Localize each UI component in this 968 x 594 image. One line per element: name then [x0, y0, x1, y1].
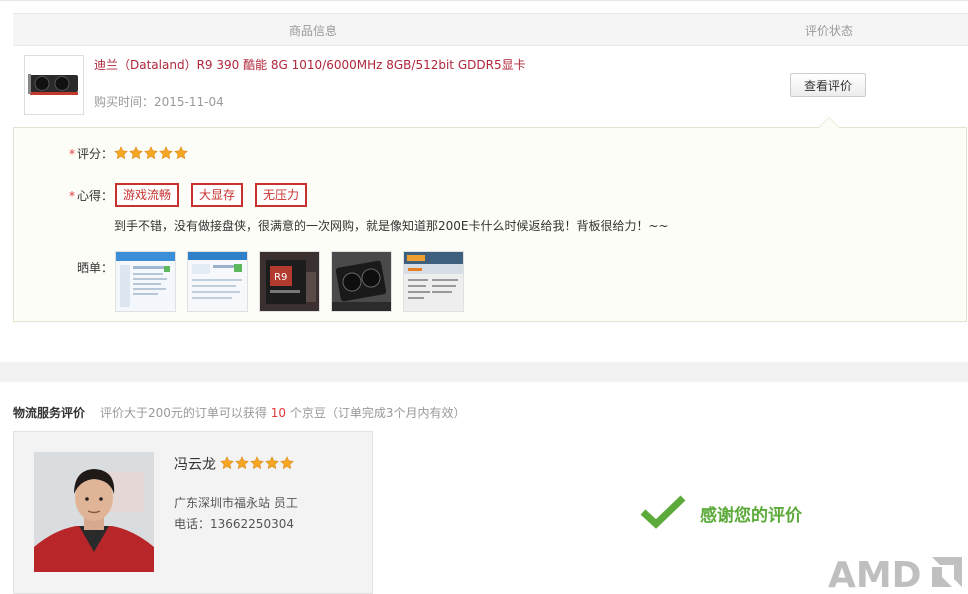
- star-icon[interactable]: [280, 456, 294, 470]
- purchase-time: 购买时间：2015-11-04: [94, 95, 224, 109]
- star-icon[interactable]: [144, 146, 158, 160]
- required-mark: *: [69, 189, 75, 203]
- view-review-button[interactable]: 查看评价: [790, 73, 866, 97]
- screenshot-thumbnail-icon: [188, 252, 247, 311]
- product-thumbnail[interactable]: [24, 55, 84, 115]
- star-icon[interactable]: [129, 146, 143, 160]
- star-icon[interactable]: [220, 456, 234, 470]
- review-photo-4[interactable]: [331, 251, 392, 312]
- score-label: * 评分：: [69, 147, 114, 161]
- required-mark: *: [69, 147, 75, 161]
- product-title-link[interactable]: 迪兰（Dataland）R9 390 酷能 8G 1010/6000MHz 8G…: [94, 56, 526, 73]
- star-icon[interactable]: [114, 146, 128, 160]
- courier-phone: 电话：13662250304: [174, 517, 294, 531]
- courier-avatar: [34, 452, 154, 572]
- graphics-card-photo-icon: [332, 252, 391, 311]
- product-row: 迪兰（Dataland）R9 390 酷能 8G 1010/6000MHz 8G…: [13, 45, 968, 127]
- star-icon[interactable]: [174, 146, 188, 160]
- courier-name: 冯云龙: [174, 457, 216, 473]
- bean-count: 10: [270, 406, 287, 420]
- review-content: 到手不错，没有做接盘侠，很满意的一次网购，就是像知道那200E卡什么时候返给我！…: [114, 219, 669, 233]
- courier-rating-stars[interactable]: [220, 456, 294, 470]
- graphics-card-icon: [25, 56, 83, 114]
- product-box-photo-icon: R9: [260, 252, 319, 311]
- amd-logo-watermark: AMD: [828, 555, 962, 593]
- svg-text:AMD: AMD: [828, 555, 922, 593]
- review-photo-1[interactable]: [115, 251, 176, 312]
- courier-station: 广东深圳市福永站 员工: [174, 496, 298, 510]
- product-info-header: 商品信息: [289, 24, 338, 38]
- logistics-title: 物流服务评价: [13, 406, 86, 420]
- checkmark-icon: [640, 495, 686, 529]
- benchmark-screenshot-icon: [404, 252, 463, 311]
- thanks-message: 感谢您的评价: [700, 506, 802, 526]
- star-icon[interactable]: [250, 456, 264, 470]
- review-photo-2[interactable]: [187, 251, 248, 312]
- courier-card: 冯云龙 广东深圳市福永站 员工 电话：13662250304: [13, 431, 373, 594]
- review-panel: * 评分： * 心得： 游戏流畅 大显存 无压力 到手不错，没有做接盘侠，很满意的一…: [13, 117, 967, 322]
- photos-label: 晒单：: [77, 261, 114, 275]
- tag-smooth-gaming[interactable]: 游戏流畅: [115, 183, 180, 207]
- star-icon[interactable]: [159, 146, 173, 160]
- review-photo-5[interactable]: [403, 251, 464, 312]
- experience-label: * 心得：: [69, 189, 114, 203]
- table-header: 商品信息 评价状态: [13, 13, 968, 46]
- star-icon[interactable]: [235, 456, 249, 470]
- star-icon[interactable]: [265, 456, 279, 470]
- review-status-header: 评价状态: [805, 24, 854, 38]
- tag-large-vram[interactable]: 大显存: [191, 183, 244, 207]
- svg-text:R9: R9: [274, 272, 287, 283]
- section-separator: [0, 362, 968, 382]
- courier-portrait-icon: [34, 452, 154, 572]
- tag-no-pressure[interactable]: 无压力: [255, 183, 308, 207]
- review-photo-3[interactable]: R9: [259, 251, 320, 312]
- score-stars[interactable]: [114, 146, 188, 160]
- screenshot-thumbnail-icon: [116, 252, 175, 311]
- top-divider: [0, 0, 968, 1]
- logistics-description: 评价大于200元的订单可以获得 10 个京豆（订单完成3个月内有效）: [100, 406, 466, 420]
